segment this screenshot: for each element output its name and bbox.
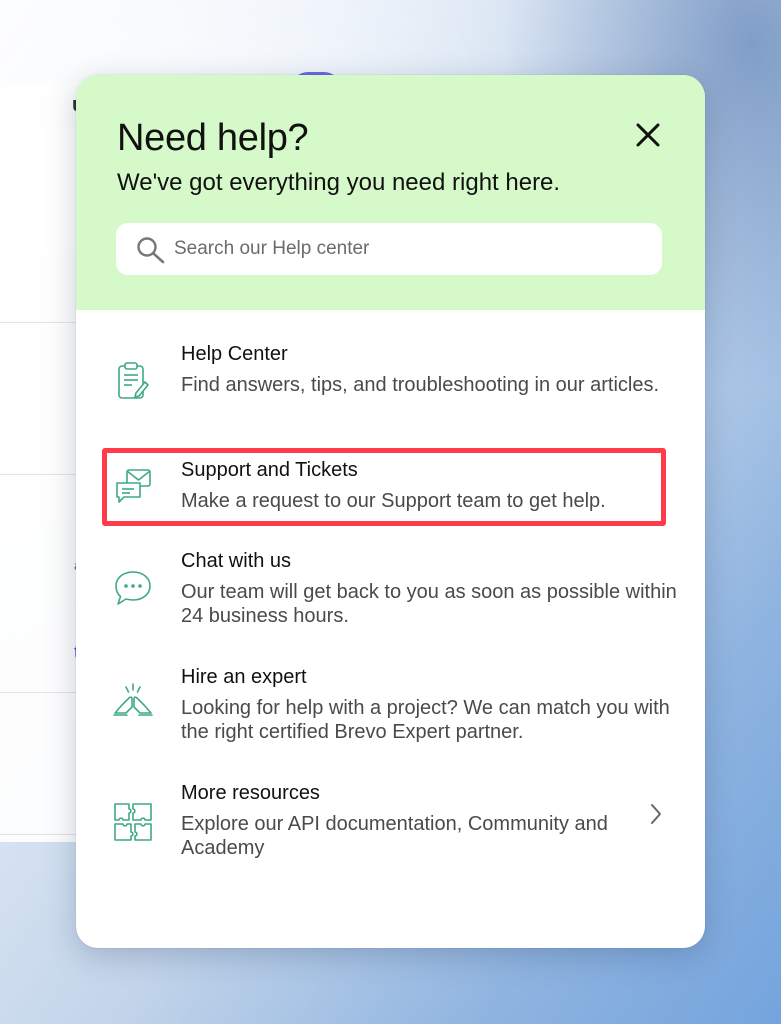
more-resources-item[interactable]: More resources Explore our API documenta…: [106, 782, 676, 862]
search-box[interactable]: [116, 223, 662, 275]
highlight-box: [102, 448, 666, 526]
background-app: u a v t: [0, 82, 84, 842]
chat-description: Our team will get back to you as soon as…: [181, 581, 677, 627]
hire-expert-description: Looking for help with a project? We can …: [181, 697, 670, 743]
more-resources-title: More resources: [181, 782, 320, 804]
panel-title: Need help?: [117, 117, 309, 159]
help-panel-header: Need help? We've got everything you need…: [76, 75, 705, 310]
chat-item[interactable]: Chat with us Our team will get back to y…: [106, 550, 677, 630]
panel-subtitle: We've got everything you need right here…: [117, 169, 561, 196]
background-divider: [0, 322, 84, 323]
search-icon: [137, 237, 165, 264]
handshake-icon: [113, 683, 153, 716]
more-resources-description: Explore our API documentation, Community…: [181, 813, 608, 859]
chat-title: Chat with us: [181, 550, 292, 572]
help-center-title: Help Center: [181, 343, 288, 365]
help-center-item[interactable]: Help Center Find answers, tips, and trou…: [106, 343, 676, 423]
search-input[interactable]: [174, 223, 644, 275]
help-center-description: Find answers, tips, and troubleshooting …: [181, 374, 660, 396]
close-button[interactable]: [631, 118, 665, 152]
close-icon: [636, 123, 660, 147]
chevron-right-icon[interactable]: [648, 802, 664, 826]
background-divider: [0, 474, 84, 475]
clipboard-pencil-icon: [118, 362, 149, 399]
background-divider: [0, 834, 84, 835]
puzzle-icon: [114, 803, 152, 841]
hire-expert-title: Hire an expert: [181, 666, 307, 688]
background-divider: [0, 692, 84, 693]
hire-expert-item[interactable]: Hire an expert Looking for help with a p…: [106, 666, 676, 746]
chat-bubble-icon: [115, 571, 151, 605]
